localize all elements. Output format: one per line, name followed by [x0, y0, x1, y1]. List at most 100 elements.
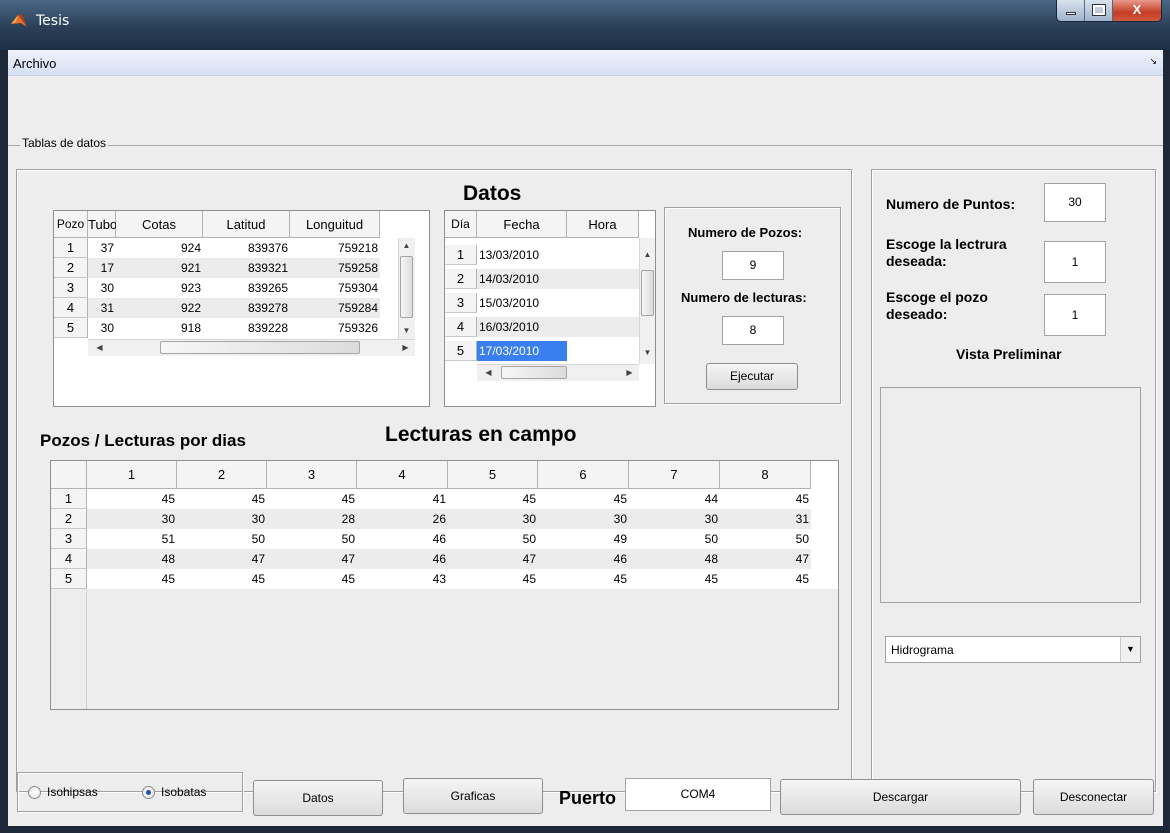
table-row[interactable]: 3 30 923 839265 759304: [54, 278, 380, 298]
puerto-field[interactable]: COM4: [625, 778, 771, 811]
table-row[interactable]: 3 51 50 50 46 50 49 50 50: [51, 529, 811, 549]
col-header[interactable]: 2: [177, 461, 267, 488]
pozo-field[interactable]: 1: [1044, 294, 1106, 336]
table-cell[interactable]: 16/03/2010: [477, 317, 567, 337]
table-cell[interactable]: 30: [448, 509, 538, 529]
row-header[interactable]: 5: [445, 341, 477, 361]
table-cell[interactable]: 43: [357, 569, 448, 589]
table-cell[interactable]: 922: [116, 298, 203, 318]
row-header[interactable]: 3: [445, 293, 477, 313]
table-cell[interactable]: 30: [88, 318, 116, 338]
table-cell[interactable]: 51: [87, 529, 177, 549]
table-cell[interactable]: 17: [88, 258, 116, 278]
table-cell[interactable]: 45: [448, 569, 538, 589]
table-cell[interactable]: 30: [538, 509, 629, 529]
table-cell[interactable]: 30: [177, 509, 267, 529]
table-cell[interactable]: 45: [720, 569, 811, 589]
table-cell[interactable]: 924: [116, 238, 203, 258]
table-cell[interactable]: 759304: [290, 278, 380, 298]
fechas-vertical-scrollbar[interactable]: ▲ ▼: [639, 238, 655, 364]
table-cell[interactable]: 30: [87, 509, 177, 529]
row-header[interactable]: 4: [51, 549, 87, 569]
pozos-horizontal-scrollbar[interactable]: ◀ ▶: [88, 339, 415, 356]
pozos-table[interactable]: Pozo Tubo Cotas Latitud Longuitud 1 37 9…: [53, 210, 430, 407]
close-button[interactable]: X: [1113, 0, 1161, 21]
table-row[interactable]: 2 14/03/2010: [445, 269, 639, 289]
col-header[interactable]: 4: [357, 461, 448, 488]
numero-lecturas-field[interactable]: 8: [722, 316, 784, 345]
plot-type-select[interactable]: Hidrograma ▼: [885, 636, 1141, 663]
table-cell[interactable]: 47: [177, 549, 267, 569]
table-cell[interactable]: 31: [88, 298, 116, 318]
table-cell[interactable]: 37: [88, 238, 116, 258]
table-cell[interactable]: 14/03/2010: [477, 269, 567, 289]
col-header[interactable]: 7: [629, 461, 720, 488]
col-header[interactable]: Latitud: [203, 211, 290, 237]
scroll-up-icon[interactable]: ▲: [399, 241, 414, 250]
table-cell[interactable]: 759218: [290, 238, 380, 258]
table-cell[interactable]: 45: [177, 569, 267, 589]
pozos-vertical-scrollbar[interactable]: ▲ ▼: [398, 238, 415, 339]
descargar-button[interactable]: Descargar: [780, 779, 1021, 815]
col-header[interactable]: 1: [87, 461, 177, 488]
col-header[interactable]: Pozo: [54, 211, 88, 237]
table-cell[interactable]: 839376: [203, 238, 290, 258]
table-cell[interactable]: 28: [267, 509, 357, 529]
table-cell[interactable]: 48: [87, 549, 177, 569]
minimize-button[interactable]: [1057, 0, 1085, 21]
table-cell[interactable]: 47: [720, 549, 811, 569]
table-cell[interactable]: 839228: [203, 318, 290, 338]
isobatas-radio[interactable]: [142, 786, 155, 799]
col-header[interactable]: Tubo: [88, 211, 117, 237]
table-cell[interactable]: 839265: [203, 278, 290, 298]
lectura-field[interactable]: 1: [1044, 241, 1106, 283]
table-cell[interactable]: [567, 341, 639, 361]
table-cell-selected[interactable]: 17/03/2010: [477, 341, 567, 361]
table-row[interactable]: 5 30 918 839228 759326: [54, 318, 380, 338]
table-cell[interactable]: 26: [357, 509, 448, 529]
table-cell[interactable]: 921: [116, 258, 203, 278]
table-cell[interactable]: 41: [357, 489, 448, 509]
col-header[interactable]: Día: [445, 211, 477, 237]
table-cell[interactable]: [567, 317, 639, 337]
scroll-thumb[interactable]: [400, 256, 413, 318]
scroll-right-icon[interactable]: ▶: [398, 343, 413, 352]
col-header[interactable]: 5: [448, 461, 538, 488]
scroll-right-icon[interactable]: ▶: [622, 368, 637, 377]
table-cell[interactable]: [567, 293, 639, 313]
table-cell[interactable]: 47: [267, 549, 357, 569]
table-row[interactable]: 2 30 30 28 26 30 30 30 31: [51, 509, 811, 529]
table-row[interactable]: 2 17 921 839321 759258: [54, 258, 380, 278]
table-cell[interactable]: [567, 269, 639, 289]
table-cell[interactable]: 759258: [290, 258, 380, 278]
table-row[interactable]: 4 48 47 47 46 47 46 48 47: [51, 549, 811, 569]
fechas-table[interactable]: Día Fecha Hora 1 13/03/2010 2 14/03/2010…: [444, 210, 656, 407]
table-cell[interactable]: 30: [88, 278, 116, 298]
table-cell[interactable]: 46: [357, 549, 448, 569]
row-header[interactable]: 1: [445, 245, 477, 265]
table-cell[interactable]: 759284: [290, 298, 380, 318]
table-cell[interactable]: 50: [629, 529, 720, 549]
table-cell[interactable]: 839278: [203, 298, 290, 318]
table-cell[interactable]: 48: [629, 549, 720, 569]
table-cell[interactable]: 45: [538, 569, 629, 589]
fechas-horizontal-scrollbar[interactable]: ◀ ▶: [477, 364, 639, 381]
row-header[interactable]: 2: [54, 258, 88, 278]
chevron-down-icon[interactable]: ▼: [1120, 637, 1140, 662]
table-cell[interactable]: 47: [448, 549, 538, 569]
menu-archivo[interactable]: Archivo: [13, 56, 56, 71]
isohipsas-label[interactable]: Isohipsas: [47, 785, 98, 799]
row-header[interactable]: 3: [51, 529, 87, 549]
scroll-left-icon[interactable]: ◀: [92, 343, 107, 352]
table-cell[interactable]: 45: [267, 569, 357, 589]
col-header[interactable]: 3: [267, 461, 357, 488]
desconectar-button[interactable]: Desconectar: [1033, 779, 1154, 815]
isobatas-label[interactable]: Isobatas: [161, 785, 206, 799]
scroll-up-icon[interactable]: ▲: [640, 250, 655, 259]
row-header[interactable]: 1: [51, 489, 87, 509]
table-cell[interactable]: 13/03/2010: [477, 245, 567, 265]
table-cell[interactable]: 45: [538, 489, 629, 509]
table-cell[interactable]: 30: [629, 509, 720, 529]
table-cell[interactable]: 45: [629, 569, 720, 589]
col-header[interactable]: 6: [538, 461, 629, 488]
